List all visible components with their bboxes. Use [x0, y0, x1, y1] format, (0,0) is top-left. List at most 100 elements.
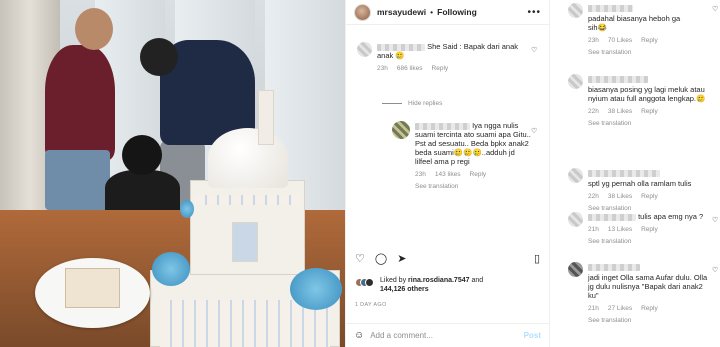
comment-likes[interactable]: 27 Likes [608, 304, 632, 313]
liked-by-and: and [471, 277, 484, 284]
like-icon[interactable]: ♡ [355, 252, 365, 265]
liked-by-others[interactable]: 144,126 others [380, 286, 429, 293]
comment-item: She Said : Bapak dari anak anak 🥲 23h 68… [357, 42, 532, 73]
reply-button[interactable]: Reply [641, 36, 658, 45]
liked-by-prefix: Liked by [380, 277, 407, 284]
comment-likes[interactable]: 686 likes [397, 64, 423, 73]
bookmark-icon[interactable]: ▯ [534, 252, 540, 265]
cake-dome [208, 128, 288, 188]
person-older-man-legs [45, 150, 110, 210]
post-photo[interactable] [0, 0, 345, 347]
more-horizontal-icon[interactable]: ••• [527, 7, 541, 18]
person-older-man [45, 45, 115, 160]
reply-button[interactable]: Reply [641, 107, 658, 116]
comment-meta: 22h 38 Likes Reply [588, 192, 698, 201]
reply-button[interactable]: Reply [432, 64, 449, 73]
comment-meta: 23h 70 Likes Reply [588, 36, 686, 45]
cake-door [232, 222, 258, 262]
reply-button[interactable]: Reply [641, 192, 658, 201]
liker-avatar [365, 278, 374, 287]
comment-age: 23h [588, 37, 599, 44]
comment-meta: 23h 143 likes Reply [415, 170, 532, 179]
commenter-avatar[interactable] [568, 3, 583, 18]
comment-item: jadi inget Olla sama Aufar dulu. Olla jg… [568, 262, 718, 325]
comment-meta: 23h 686 likes Reply [377, 64, 532, 73]
small-cake [65, 268, 120, 308]
comment-body: padahal biasanya heboh ga sih😂 23h 70 Li… [588, 3, 686, 57]
see-translation-link[interactable]: See translation [588, 237, 703, 246]
post-header: mrsayudewi • Following ••• [346, 0, 549, 25]
cake-flower [290, 268, 342, 310]
comment-meta: 22h 38 Likes Reply [588, 107, 708, 116]
comment-likes[interactable]: 13 Likes [608, 225, 632, 234]
post-button[interactable]: Post [524, 331, 541, 340]
comment-age: 21h [588, 226, 599, 233]
commenter-avatar[interactable] [568, 212, 583, 227]
comment-body: sptl yg pernah olla ramlam tulis 22h 38 … [588, 168, 698, 213]
blurred-username [588, 213, 636, 221]
comment-body: Iya ngga nulis suami tercinta ato suami … [415, 121, 532, 191]
post-time-ago[interactable]: 1 DAY AGO [355, 302, 387, 308]
comment-item: padahal biasanya heboh ga sih😂 23h 70 Li… [568, 3, 718, 57]
comment-age: 22h [588, 108, 599, 115]
comment-like-icon[interactable]: ♡ [712, 266, 718, 274]
hide-replies-toggle[interactable]: Hide replies [382, 100, 442, 107]
comment-likes[interactable]: 143 likes [435, 170, 461, 179]
see-translation-link[interactable]: See translation [588, 119, 708, 128]
person-child [105, 170, 180, 215]
following-button[interactable]: Following [437, 7, 477, 17]
comment-likes[interactable]: 70 Likes [608, 36, 632, 45]
see-translation-link[interactable]: See translation [588, 48, 686, 57]
reply-button[interactable]: Reply [641, 225, 658, 234]
add-comment-bar: ☺ Add a comment... Post [346, 323, 549, 347]
blurred-username [588, 75, 648, 83]
comment-input[interactable]: Add a comment... [370, 331, 433, 340]
comment-body: She Said : Bapak dari anak anak 🥲 23h 68… [377, 42, 532, 73]
cake-tile-band [195, 195, 300, 205]
comment-age: 23h [377, 65, 388, 72]
comment-text: jadi inget Olla sama Aufar dulu. Olla jg… [588, 273, 708, 300]
cake-flower [152, 252, 190, 286]
emoji-icon[interactable]: ☺ [354, 330, 364, 341]
reply-button[interactable]: Reply [470, 170, 487, 179]
comment-like-icon[interactable]: ♡ [531, 46, 537, 54]
comment-likes[interactable]: 38 Likes [608, 192, 632, 201]
liker-avatars [355, 278, 374, 294]
comment-item: tulis apa emg nya ? 21h 13 Likes Reply S… [568, 212, 718, 246]
post-author-username[interactable]: mrsayudewi [377, 7, 426, 17]
comment-body: tulis apa emg nya ? 21h 13 Likes Reply S… [588, 212, 703, 246]
comment-text: sptl yg pernah olla ramlam tulis [588, 179, 692, 188]
comment-icon[interactable]: ◯ [375, 252, 387, 265]
comment-likes[interactable]: 38 Likes [608, 107, 632, 116]
comment-body: biasanya posing yg lagi meluk atau nyium… [588, 74, 708, 128]
person-older-man-head [75, 8, 113, 50]
commenter-avatar[interactable] [568, 168, 583, 183]
comment-like-icon[interactable]: ♡ [712, 216, 718, 224]
person-man-head [140, 38, 178, 76]
comment-like-icon[interactable]: ♡ [712, 5, 718, 13]
comment-age: 23h [415, 171, 426, 178]
cake-flower [180, 200, 194, 218]
comment-item: biasanya posing yg lagi meluk atau nyium… [568, 74, 718, 128]
comment-like-icon[interactable]: ♡ [531, 127, 537, 135]
cake-minaret [258, 90, 274, 145]
see-translation-link[interactable]: See translation [588, 316, 713, 325]
comment-text: padahal biasanya heboh ga sih😂 [588, 14, 681, 32]
commenter-avatar[interactable] [568, 262, 583, 277]
blurred-username [377, 43, 425, 51]
comment-item: sptl yg pernah olla ramlam tulis 22h 38 … [568, 168, 718, 213]
reply-button[interactable]: Reply [641, 304, 658, 313]
commenter-avatar[interactable] [392, 121, 410, 139]
share-icon[interactable]: ➤ [397, 252, 406, 265]
blurred-username [588, 263, 640, 271]
commenter-avatar[interactable] [357, 42, 372, 57]
comment-age: 22h [588, 193, 599, 200]
liked-by-user[interactable]: rina.rosdiana.7547 [408, 277, 469, 284]
comment-meta: 21h 13 Likes Reply [588, 225, 703, 234]
blurred-username [588, 169, 660, 177]
post-author-avatar[interactable] [354, 3, 371, 21]
see-translation-link[interactable]: See translation [415, 182, 532, 191]
commenter-avatar[interactable] [568, 74, 583, 89]
liked-by-row: Liked by rina.rosdiana.7547 and 144,126 … [355, 276, 540, 294]
post-action-bar: ♡ ◯ ➤ ▯ [355, 252, 540, 265]
